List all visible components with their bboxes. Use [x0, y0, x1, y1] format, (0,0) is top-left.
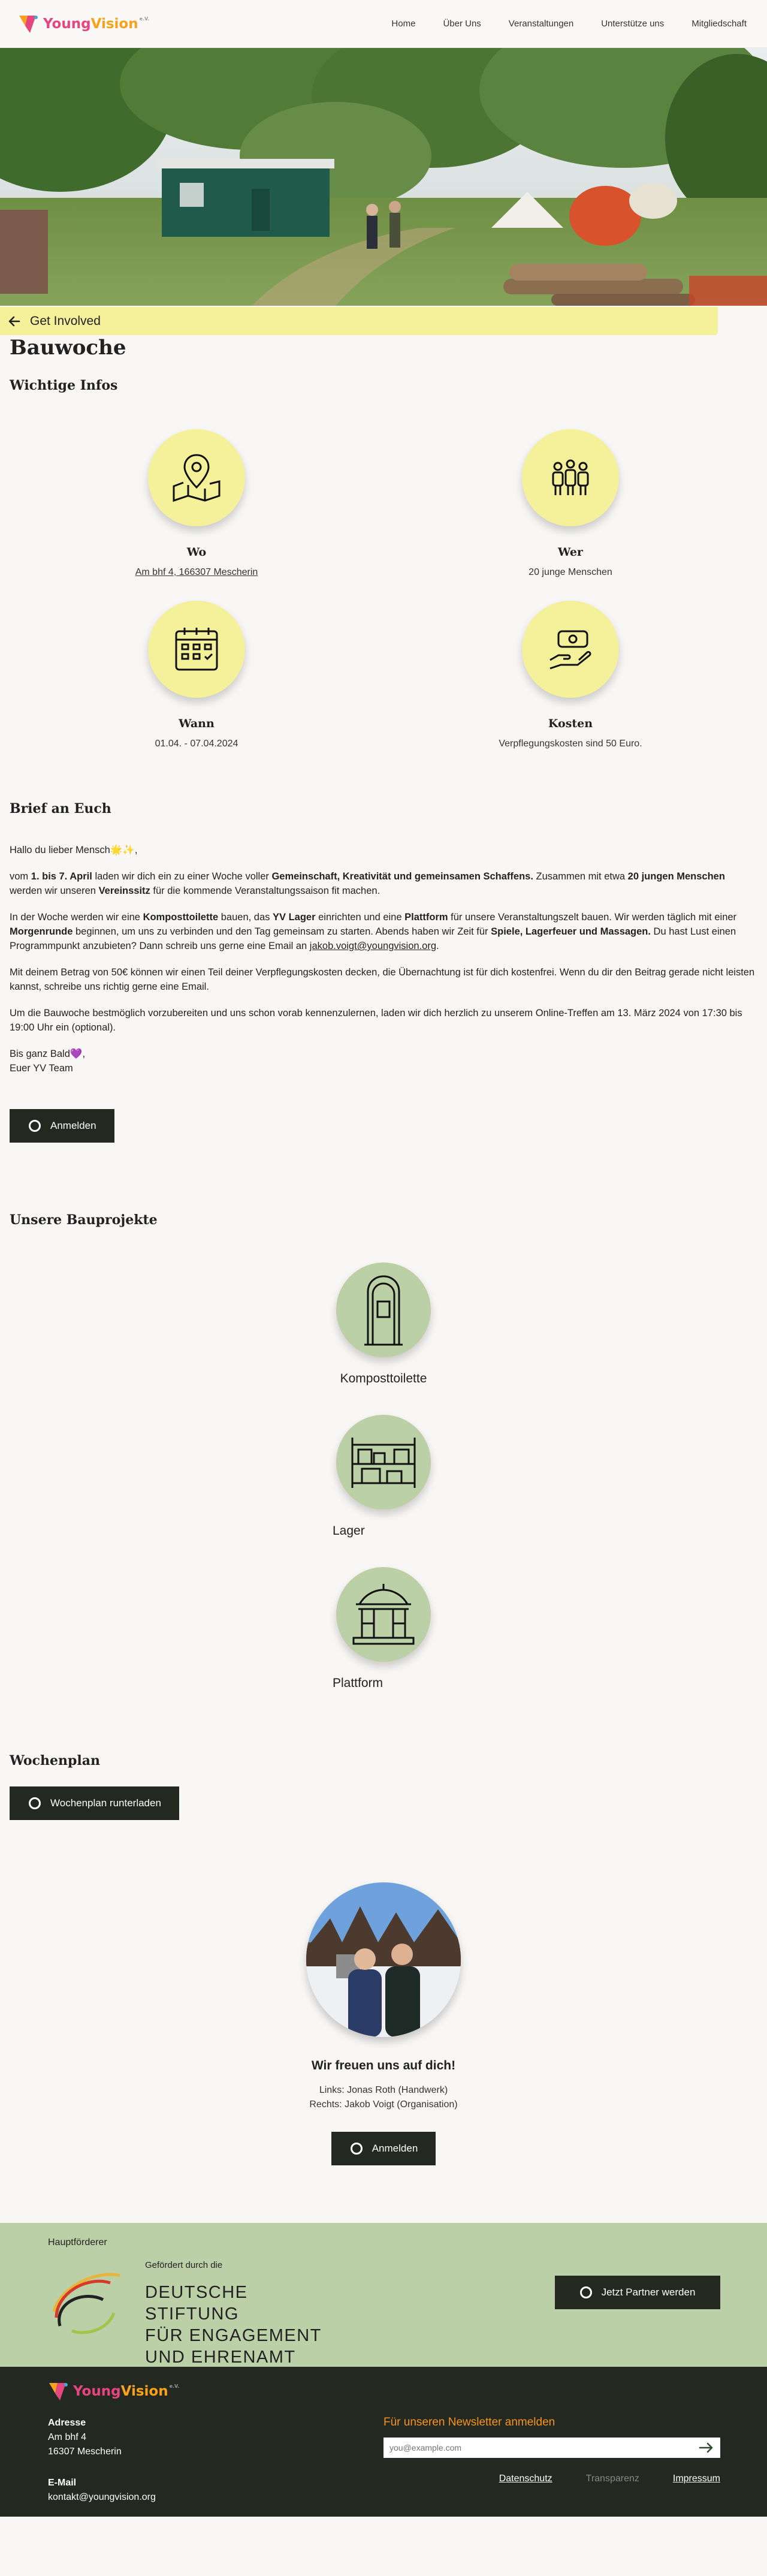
schedule-heading: Wochenplan — [10, 1753, 100, 1768]
footer-link-datenschutz[interactable]: Datenschutz — [499, 2473, 552, 2484]
nav-home[interactable]: Home — [391, 19, 415, 29]
info-title-when: Wann — [179, 717, 215, 730]
letter-body: Hallo du lieber Mensch🌟✨, vom 1. bis 7. … — [10, 843, 757, 1075]
shelf-icon — [351, 1438, 416, 1488]
info-card-when: Wann 01.04. - 07.04.2024 — [10, 601, 384, 749]
map-pin-icon — [173, 454, 221, 502]
email-link[interactable]: jakob.voigt@youngvision.org — [310, 941, 436, 951]
team-line-1: Links: Jonas Roth (Handwerk) — [319, 2085, 448, 2095]
money-hand-icon — [549, 630, 591, 670]
projects-list: Komposttoilette Lager Plattform — [10, 1263, 757, 1691]
footer-address-line-2: 16307 Mescherin — [48, 2447, 122, 2457]
partner-button[interactable]: Jetzt Partner werden — [555, 2276, 720, 2309]
info-cards: Wo Am bhf 4, 166307 Mescherin Wer 20 jun… — [10, 429, 757, 749]
footer-email-label: E-Mail — [48, 2478, 77, 2488]
sponsor-gefoerdert: Gefördert durch die — [145, 2260, 223, 2270]
back-link-label: Get Involved — [30, 314, 101, 328]
back-to-get-involved[interactable]: Get Involved — [0, 307, 718, 335]
project-plattform: Plattform — [10, 1567, 757, 1691]
letter-heading: Brief an Euch — [10, 801, 111, 817]
sponsor-name-line-3: UND EHRENAMT — [145, 2348, 296, 2367]
download-schedule-button[interactable]: Wochenplan runterladen — [10, 1786, 179, 1820]
sponsor-name-line-2: FÜR ENGAGEMENT — [145, 2326, 322, 2345]
newsletter-form — [384, 2438, 720, 2458]
team-section: Wir freuen uns auf dich! Links: Jonas Ro… — [10, 1882, 757, 2165]
footer-address-line-1: Am bhf 4 — [48, 2432, 87, 2442]
info-card-who: Wer 20 junge Menschen — [384, 429, 757, 578]
info-text-when: 01.04. - 07.04.2024 — [155, 739, 238, 749]
pavilion-icon — [352, 1584, 415, 1645]
circle-icon — [350, 2143, 363, 2155]
outhouse-icon — [364, 1275, 403, 1346]
team-heading: Wir freuen uns auf dich! — [311, 2059, 456, 2072]
info-card-cost: Kosten Verpflegungskosten sind 50 Euro. — [384, 601, 757, 749]
letter-paragraph-3: Mit deinem Betrag von 50€ können wir ein… — [10, 967, 755, 992]
nav-unterstuetze-uns[interactable]: Unterstütze uns — [601, 19, 664, 29]
letter-paragraph-2: In der Woche werden wir eine Komposttoil… — [10, 912, 737, 951]
arrow-left-icon — [8, 316, 20, 326]
group-icon — [552, 459, 589, 495]
newsletter-email-input[interactable] — [389, 2443, 677, 2453]
letter-closing: Bis ganz Bald💜, Euer YV Team — [10, 1049, 86, 1074]
footer-link-impressum[interactable]: Impressum — [673, 2473, 720, 2484]
calendar-icon — [175, 628, 218, 671]
main-content: Bauwoche Wichtige Infos Wo Am bhf 4, 166… — [0, 336, 767, 2165]
info-title-cost: Kosten — [548, 717, 593, 730]
project-label: Lager — [333, 1524, 365, 1538]
hero-image — [0, 48, 767, 306]
circle-icon — [29, 1797, 41, 1809]
nav-veranstaltungen[interactable]: Veranstaltungen — [509, 19, 573, 29]
project-label: Komposttoilette — [340, 1372, 427, 1385]
logo-text-young: Young — [43, 16, 91, 32]
newsletter-title: Für unseren Newsletter anmelden — [384, 2416, 555, 2429]
register-button[interactable]: Anmelden — [10, 1109, 114, 1143]
project-komposttoilette: Komposttoilette — [10, 1263, 757, 1386]
site-header: YoungVision e.V. Home Über Uns Veranstalt… — [0, 0, 767, 48]
footer-address-label: Adresse — [48, 2418, 86, 2428]
page-title: Bauwoche — [10, 336, 126, 360]
arrow-right-icon[interactable] — [699, 2442, 714, 2454]
info-text-who: 20 junge Menschen — [529, 567, 612, 577]
sponsor-name-line-1: DEUTSCHE STIFTUNG — [145, 2283, 248, 2324]
letter-paragraph-4: Um die Bauwoche bestmöglich vorzubereite… — [10, 1008, 742, 1033]
projects-heading: Unsere Bauprojekte — [10, 1212, 158, 1228]
nav-mitgliedschaft[interactable]: Mitgliedschaft — [691, 19, 747, 29]
footer-link-transparenz[interactable]: Transparenz — [586, 2473, 639, 2484]
sponsor-label: Hauptförderer — [48, 2237, 107, 2247]
dsee-logo-icon — [52, 2273, 120, 2334]
info-text-where[interactable]: Am bhf 4, 166307 Mescherin — [10, 567, 384, 578]
footer-logo[interactable]: YoungVision e.V. — [48, 2381, 179, 2402]
logo-mark-icon — [49, 2383, 68, 2400]
info-title-where: Wo — [186, 546, 207, 559]
footer-legal-links: Datenschutz Transparenz Impressum — [499, 2473, 720, 2484]
team-line-2: Rechts: Jakob Voigt (Organisation) — [309, 2099, 458, 2110]
site-footer: YoungVision e.V. Adresse Am bhf 4 16307 M… — [0, 2367, 767, 2517]
team-register-button[interactable]: Anmelden — [331, 2132, 436, 2165]
info-title-who: Wer — [558, 546, 583, 559]
sponsor-logo: Gefördert durch die DEUTSCHE STIFTUNG FÜ… — [48, 2260, 324, 2367]
letter-greeting: Hallo du lieber Mensch🌟✨, — [10, 845, 138, 855]
info-card-where: Wo Am bhf 4, 166307 Mescherin — [10, 429, 384, 578]
team-photo — [306, 1882, 461, 2037]
logo-text-vision: Vision — [90, 16, 138, 32]
circle-icon — [29, 1120, 41, 1132]
logo[interactable]: YoungVision e.V. — [18, 14, 149, 34]
logo-mark-icon — [19, 15, 38, 33]
info-text-cost: Verpflegungskosten sind 50 Euro. — [499, 739, 642, 749]
main-nav: Home Über Uns Veranstaltungen Unterstütz… — [391, 19, 747, 29]
sponsor-section: Hauptförderer Gefördert durch die DEUTSC… — [0, 2223, 767, 2367]
letter-paragraph-1: vom 1. bis 7. April laden wir dich ein z… — [10, 871, 725, 896]
circle-icon — [579, 2286, 592, 2298]
logo-sup: e.V. — [139, 16, 150, 22]
footer-address: Adresse Am bhf 4 16307 Mescherin E-Mail … — [48, 2416, 156, 2505]
project-lager: Lager — [10, 1415, 757, 1538]
info-heading: Wichtige Infos — [10, 378, 118, 393]
footer-email[interactable]: kontakt@youngvision.org — [48, 2490, 156, 2505]
nav-ueber-uns[interactable]: Über Uns — [443, 19, 481, 29]
project-label: Plattform — [333, 1676, 384, 1690]
